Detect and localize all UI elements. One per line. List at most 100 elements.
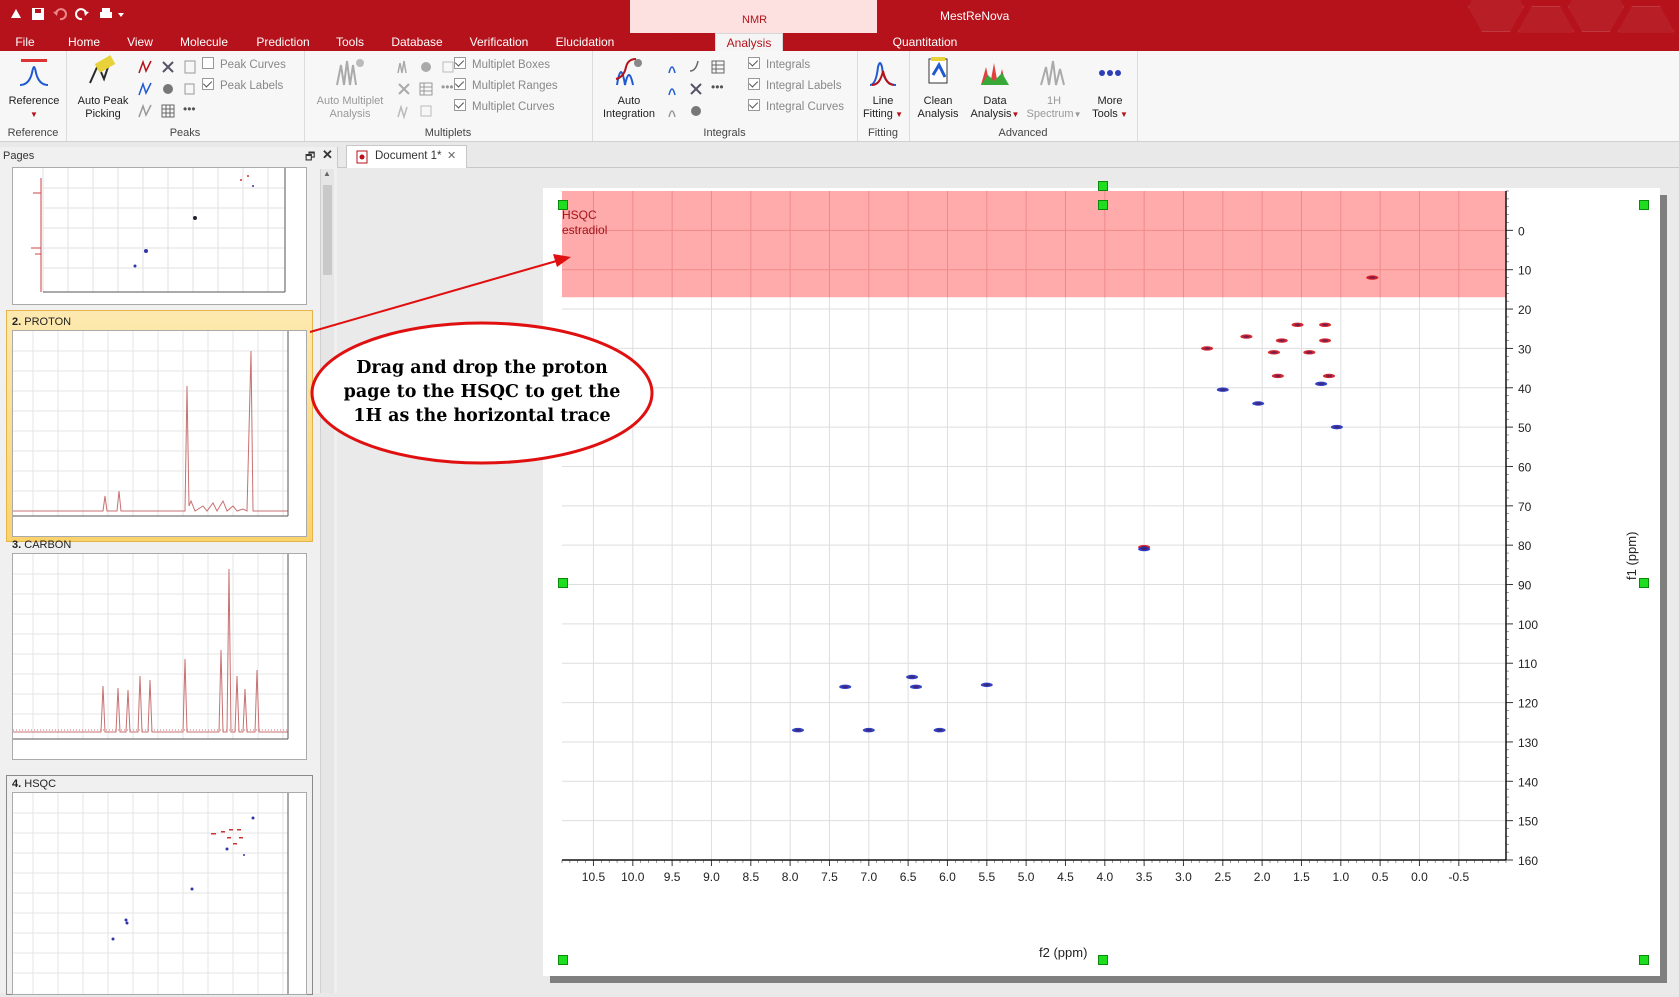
panel-close-icon[interactable]: ✕	[322, 147, 333, 163]
scroll-up-icon[interactable]: ▲	[323, 169, 331, 178]
more-tools-label-2: Tools ▼	[1085, 108, 1135, 121]
resize-handle-middle-left[interactable]	[558, 578, 568, 588]
y-tick-label: 90	[1518, 579, 1532, 593]
tab-elucidation[interactable]: Elucidation	[552, 33, 618, 51]
tab-quantitation[interactable]: Quantitation	[887, 33, 963, 51]
data-analysis-dropdown-icon: ▼	[1011, 110, 1020, 119]
page-thumbnail-hsqc[interactable]	[12, 792, 307, 995]
tab-database[interactable]: Database	[389, 33, 445, 51]
pages-scrollbar[interactable]: ▲	[320, 169, 334, 993]
contour-peak-core	[913, 685, 919, 689]
page-thumbnail-proton[interactable]	[12, 330, 307, 537]
decor-hex	[1468, 0, 1524, 32]
tab-verification[interactable]: Verification	[465, 33, 533, 51]
app-logo-icon[interactable]	[8, 6, 24, 22]
tab-processing[interactable]: Processing	[638, 33, 706, 51]
tab-tools[interactable]: Tools	[332, 33, 368, 51]
multiplet-edit-icon[interactable]	[396, 103, 412, 119]
peak-list-icon[interactable]	[182, 59, 198, 75]
print-icon[interactable]	[98, 6, 114, 22]
tab-home[interactable]: Home	[62, 33, 106, 51]
auto-integration-icon	[615, 58, 642, 86]
peak-tools-icon[interactable]	[160, 81, 176, 97]
auto-multiplet-analysis-button[interactable]: Auto Multiplet Analysis	[310, 55, 390, 121]
integrals-checkbox[interactable]: Integrals	[748, 57, 810, 71]
integral-predefined-icon[interactable]	[688, 59, 704, 75]
integral-labels-checkbox[interactable]: Integral Labels	[748, 78, 841, 92]
tab-view[interactable]: View	[122, 33, 158, 51]
integral-delete-icon[interactable]	[688, 81, 704, 97]
integral-tools-icon[interactable]	[688, 103, 704, 119]
group-label-peaks: Peaks	[169, 127, 201, 139]
x-tick-label: -0.5	[1448, 870, 1469, 884]
x-tick-label: 2.5	[1214, 870, 1231, 884]
peak-edit-icon[interactable]	[138, 103, 154, 119]
peak-table-icon[interactable]	[160, 103, 176, 119]
reference-button[interactable]: Reference ▼	[4, 55, 64, 121]
peaks-more-icon[interactable]: •••	[183, 102, 199, 118]
auto-peak-picking-button[interactable]: Auto Peak Picking	[72, 55, 134, 121]
page-thumbnail-carbon[interactable]	[12, 553, 307, 760]
line-fitting-button[interactable]: Line Fitting ▼	[859, 55, 907, 121]
peak-by-threshold-icon[interactable]	[138, 59, 154, 75]
integral-curves-checkbox[interactable]: Integral Curves	[748, 99, 844, 113]
redo-icon[interactable]	[74, 6, 90, 22]
resize-handle-bottom-center[interactable]	[1098, 955, 1108, 965]
tab-analysis[interactable]: Analysis	[715, 33, 783, 52]
resize-handle-top-middle[interactable]	[1098, 200, 1108, 210]
multiplet-tools-icon[interactable]	[418, 59, 434, 75]
auto-integration-button[interactable]: Auto Integration	[598, 55, 660, 121]
group-label-advanced: Advanced	[998, 127, 1048, 139]
quick-access-dropdown-icon[interactable]	[116, 6, 126, 22]
tab-prediction[interactable]: Prediction	[252, 33, 314, 51]
y-tick-label: 150	[1518, 815, 1538, 829]
page-thumbnail-1[interactable]	[12, 167, 307, 305]
decor-hex	[1568, 0, 1624, 32]
pages-scroll-thumb[interactable]	[323, 185, 332, 275]
multiplet-delete-icon[interactable]	[396, 81, 412, 97]
multiplet-manual-icon[interactable]	[396, 59, 412, 75]
resize-handle-middle-right[interactable]	[1639, 578, 1649, 588]
x-tick-label: 10.0	[621, 870, 645, 884]
multiplet-boxes-checkbox[interactable]: Multiplet Boxes	[454, 57, 550, 71]
hsqc-spectrum-plot[interactable]: 10.5 10.0 9.5 9.0 8.5 8.0 7.5 7.0 6.5 6.0 5.5 5.0 4.…	[543, 188, 1660, 976]
peak-delete-icon[interactable]	[160, 59, 176, 75]
proton-thumbnail-plot	[13, 331, 289, 517]
multiplet-ranges-checkbox[interactable]: Multiplet Ranges	[454, 78, 558, 92]
document-tab[interactable]: Document 1* ✕	[346, 145, 467, 168]
resize-handle-bottom-left[interactable]	[558, 955, 568, 965]
peak-curves-checkbox[interactable]: Peak Curves	[202, 57, 286, 71]
save-icon[interactable]	[30, 6, 46, 22]
multiplet-table-icon[interactable]	[418, 81, 434, 97]
hsqc-thumbnail-plot	[13, 793, 289, 994]
clean-analysis-button[interactable]: Clean Analysis	[913, 55, 963, 121]
peak-copy-icon[interactable]	[182, 81, 198, 97]
integral-normalize-icon[interactable]	[666, 103, 682, 119]
integral-manual-icon[interactable]	[666, 59, 682, 75]
data-analysis-button[interactable]: Data Analysis▼	[967, 55, 1023, 121]
more-tools-button[interactable]: More Tools ▼	[1085, 55, 1135, 121]
resize-handle-top-left[interactable]	[558, 200, 568, 210]
drop-target-highlight[interactable]	[562, 191, 1506, 298]
integral-labels-box	[748, 78, 760, 90]
document-tab-close-icon[interactable]: ✕	[447, 149, 456, 162]
y-tick-label: 60	[1518, 460, 1532, 474]
tab-molecule[interactable]: Molecule	[176, 33, 232, 51]
tab-assignments[interactable]: Assignments	[790, 33, 870, 51]
multiplet-label-icon[interactable]	[418, 103, 434, 119]
peak-labels-checkbox[interactable]: Peak Labels	[202, 78, 283, 92]
resize-handle-top-center[interactable]	[1098, 181, 1108, 191]
integral-edit-icon[interactable]	[666, 81, 682, 97]
undo-icon[interactable]	[52, 6, 68, 22]
tab-file[interactable]: File	[8, 33, 42, 51]
multiplet-curves-checkbox[interactable]: Multiplet Curves	[454, 99, 554, 113]
peak-manual-icon[interactable]	[138, 81, 154, 97]
integrals-more-icon[interactable]: •••	[711, 80, 727, 96]
resize-handle-bottom-right[interactable]	[1639, 955, 1649, 965]
panel-restore-icon[interactable]: 🗗	[305, 148, 315, 167]
integral-table-icon[interactable]	[710, 59, 726, 75]
y-tick-label: 10	[1518, 264, 1532, 278]
auto-integration-label-2: Integration	[603, 108, 655, 120]
resize-handle-top-right[interactable]	[1639, 200, 1649, 210]
1h-spectrum-button[interactable]: 1H Spectrum▼	[1025, 55, 1083, 121]
